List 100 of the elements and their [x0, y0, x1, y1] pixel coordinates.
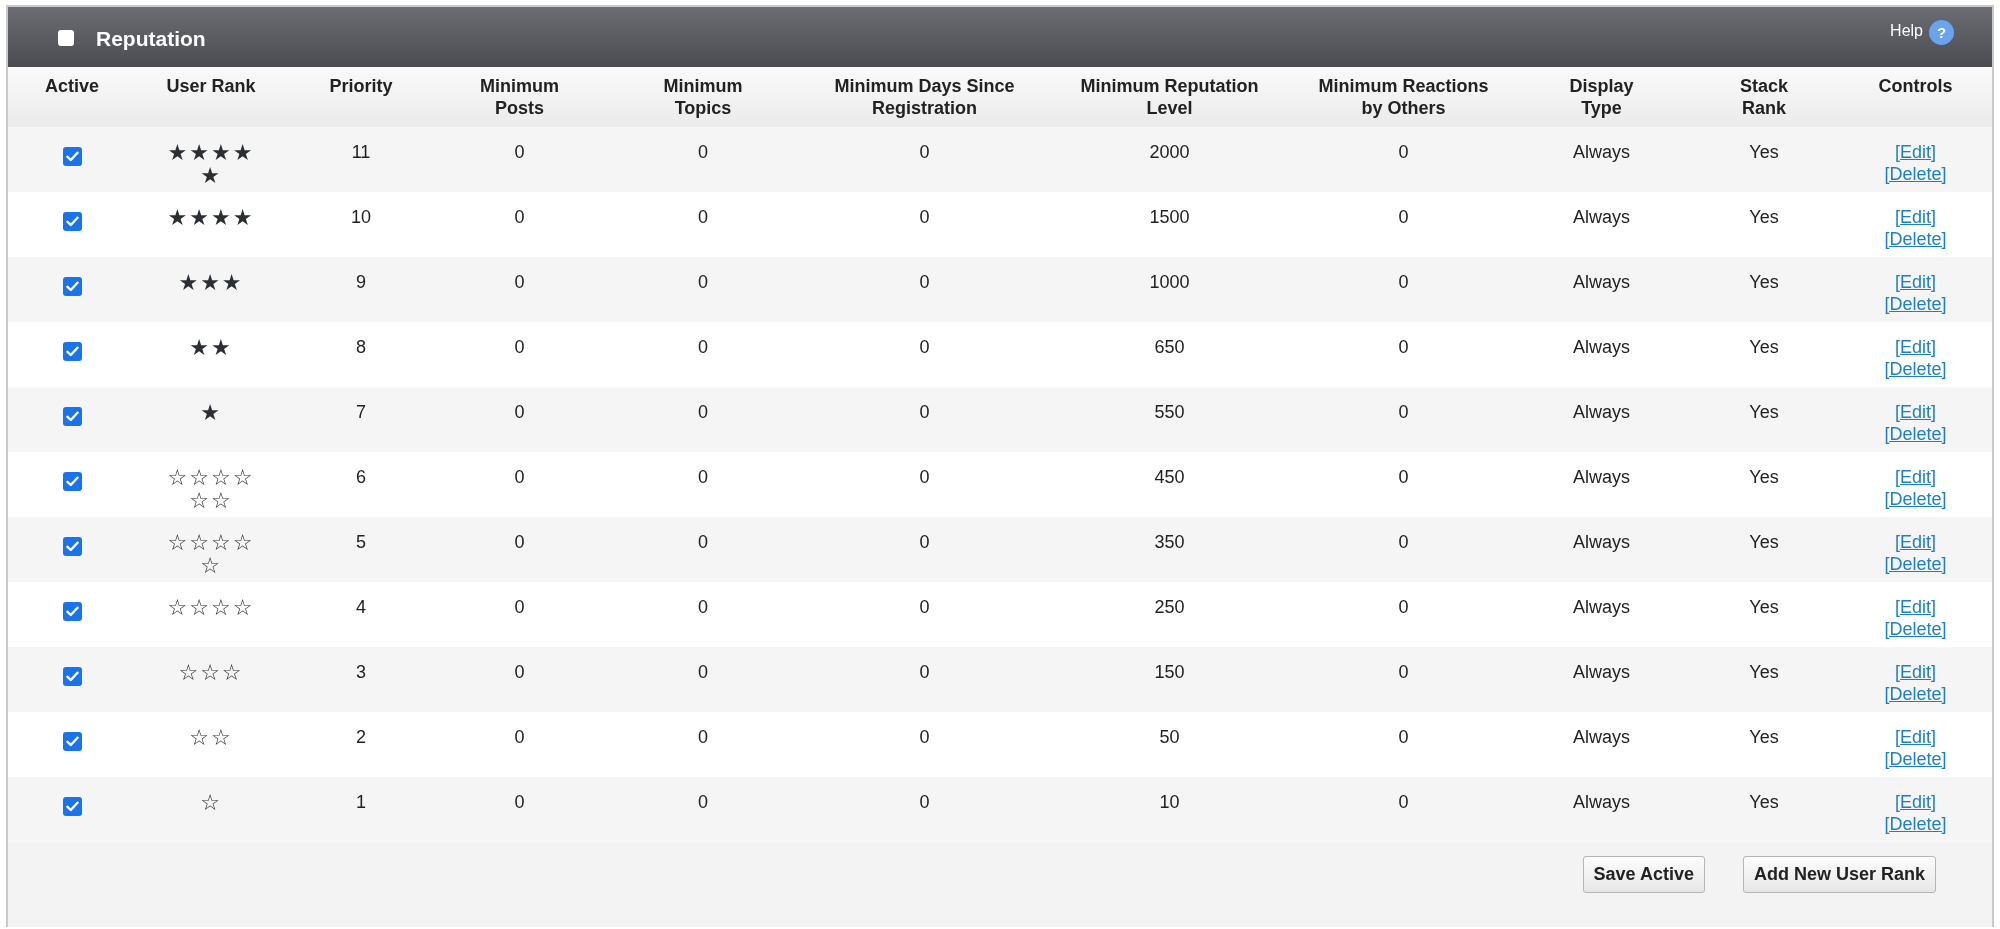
edit-link[interactable]: [Edit] [1845, 726, 1986, 748]
table-cell: 2000 [1149, 142, 1190, 162]
active-checkbox[interactable] [62, 797, 82, 816]
column-header: Display Type [1568, 75, 1635, 119]
active-checkbox[interactable] [62, 537, 82, 556]
active-checkbox[interactable] [62, 732, 82, 751]
table-cell: 9 [356, 272, 366, 292]
edit-link[interactable]: [Edit] [1845, 271, 1986, 293]
table-cell: 11 [351, 142, 371, 162]
table-cell: 0 [1398, 467, 1409, 487]
table-cell: 0 [514, 662, 525, 682]
table-cell: Yes [1749, 402, 1779, 422]
edit-link[interactable]: [Edit] [1845, 531, 1986, 553]
active-checkbox[interactable] [62, 277, 82, 296]
panel-title: Reputation [96, 27, 206, 51]
table-cell: Always [1573, 207, 1630, 227]
column-header: User Rank [166, 75, 256, 97]
table-cell: Yes [1749, 597, 1779, 617]
edit-link[interactable]: [Edit] [1845, 401, 1986, 423]
table-cell: Always [1573, 467, 1630, 487]
add-rank-button[interactable]: Add New User Rank [1742, 856, 1936, 893]
help-icon[interactable]: ? [1929, 20, 1954, 45]
table-cell: Yes [1749, 142, 1779, 162]
table-cell: 0 [919, 337, 930, 357]
table-cell: Yes [1749, 662, 1779, 682]
table-cell: 0 [919, 662, 930, 682]
table-cell: 150 [1154, 662, 1185, 682]
table-cell: 0 [1398, 272, 1409, 292]
table-cell: 650 [1154, 337, 1185, 357]
column-header: Priority [329, 75, 393, 97]
active-checkbox[interactable] [62, 407, 82, 426]
table-cell: 50 [1159, 727, 1180, 747]
table-cell: 0 [1398, 207, 1409, 227]
edit-link[interactable]: [Edit] [1845, 661, 1986, 683]
help-link[interactable]: Help [1890, 22, 1923, 40]
table-cell: 0 [698, 792, 708, 812]
table-cell: 1500 [1149, 207, 1190, 227]
active-checkbox[interactable] [62, 147, 82, 166]
table-cell: 0 [698, 207, 708, 227]
delete-link[interactable]: [Delete] [1845, 488, 1986, 510]
table-cell: 0 [514, 792, 525, 812]
delete-link[interactable]: [Delete] [1845, 293, 1986, 315]
rank-stars: ★★★ [177, 271, 245, 294]
table-cell: 6 [356, 467, 366, 487]
table-cell: 450 [1154, 467, 1185, 487]
table-cell: 1000 [1149, 272, 1190, 292]
delete-link[interactable]: [Delete] [1845, 358, 1986, 380]
edit-link[interactable]: [Edit] [1845, 791, 1986, 813]
table-cell: 250 [1154, 597, 1185, 617]
table-cell: Yes [1749, 727, 1779, 747]
table-cell: 10 [1159, 792, 1180, 812]
save-active-button[interactable]: Save Active [1582, 856, 1705, 893]
table-cell: 0 [514, 532, 525, 552]
active-checkbox[interactable] [62, 342, 82, 361]
edit-link[interactable]: [Edit] [1845, 206, 1986, 228]
table-cell: 0 [698, 532, 708, 552]
delete-link[interactable]: [Delete] [1845, 163, 1986, 185]
edit-link[interactable]: [Edit] [1845, 596, 1986, 618]
delete-link[interactable]: [Delete] [1845, 423, 1986, 445]
active-checkbox[interactable] [62, 212, 82, 231]
column-header: Active [45, 75, 99, 97]
column-header: Stack Rank [1738, 75, 1789, 119]
delete-link[interactable]: [Delete] [1845, 228, 1986, 250]
column-header: Minimum Reputation Level [1079, 75, 1260, 119]
table-cell: Always [1573, 402, 1630, 422]
delete-link[interactable]: [Delete] [1845, 553, 1986, 575]
table-cell: 0 [919, 402, 930, 422]
table-cell: 0 [919, 207, 930, 227]
edit-link[interactable]: [Edit] [1845, 141, 1986, 163]
table-cell: 0 [698, 597, 708, 617]
table-cell: 1 [356, 792, 366, 812]
table-cell: 0 [514, 207, 525, 227]
table-cell: 0 [919, 727, 930, 747]
table-cell: 2 [356, 727, 366, 747]
column-header: Controls [1878, 75, 1953, 97]
delete-link[interactable]: [Delete] [1845, 748, 1986, 770]
edit-link[interactable]: [Edit] [1845, 336, 1986, 358]
active-checkbox[interactable] [62, 602, 82, 621]
table-cell: 0 [1398, 532, 1409, 552]
rank-stars: ★★ [188, 336, 234, 359]
table-cell: 0 [919, 532, 930, 552]
table-cell: Yes [1749, 467, 1779, 487]
table-cell: Always [1573, 337, 1630, 357]
table-cell: 0 [919, 597, 930, 617]
active-checkbox[interactable] [62, 472, 82, 491]
edit-link[interactable]: [Edit] [1845, 466, 1986, 488]
table-cell: 0 [698, 142, 708, 162]
select-all-checkbox[interactable] [58, 30, 74, 46]
delete-link[interactable]: [Delete] [1845, 618, 1986, 640]
column-header: Minimum Topics [662, 75, 744, 119]
rank-stars: ☆☆ [188, 726, 234, 749]
active-checkbox[interactable] [62, 667, 82, 686]
table-cell: Yes [1749, 272, 1779, 292]
rank-stars: ★★★★ [167, 206, 255, 229]
table-cell: 0 [1398, 402, 1409, 422]
table-cell: Always [1573, 142, 1630, 162]
table-cell: 0 [919, 792, 930, 812]
rank-stars: ★★★★★ [167, 141, 255, 187]
delete-link[interactable]: [Delete] [1845, 683, 1986, 705]
delete-link[interactable]: [Delete] [1845, 813, 1986, 835]
